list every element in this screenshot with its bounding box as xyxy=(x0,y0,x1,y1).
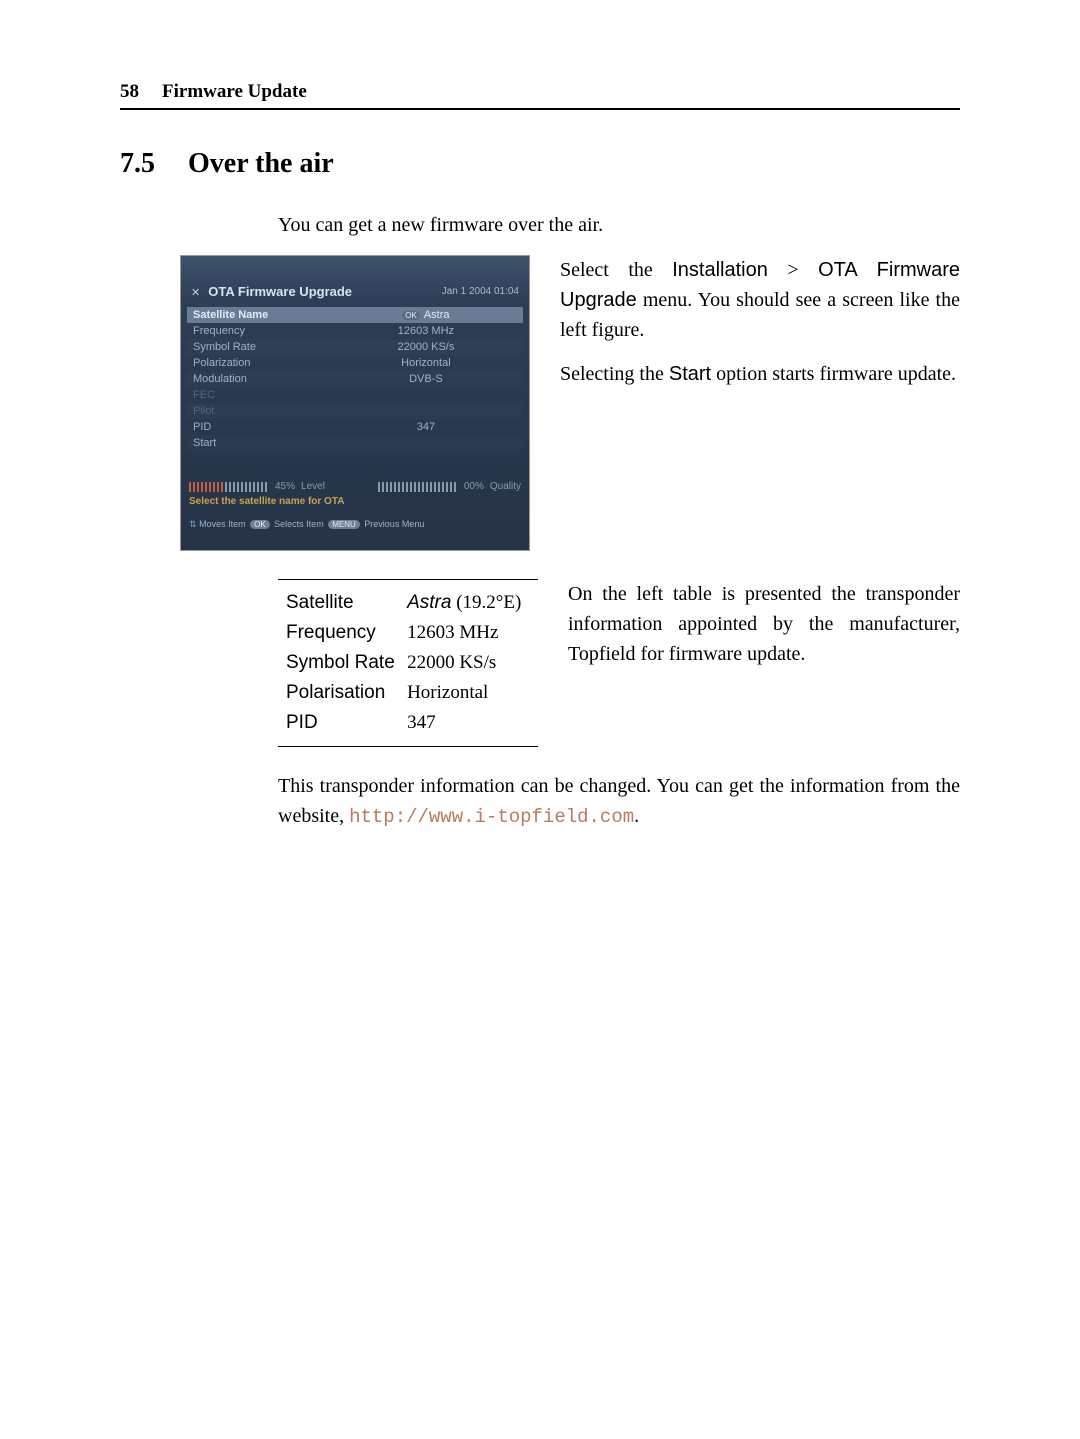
osd-grid: Satellite Name OKAstra Frequency 12603 M… xyxy=(187,307,523,451)
help-prev: Previous Menu xyxy=(364,519,424,529)
page-header: 58 Firmware Update xyxy=(120,80,960,110)
osd-label: Pilot xyxy=(187,405,335,417)
osd-row-start[interactable]: Start xyxy=(187,435,523,451)
table-row: Symbol Rate 22000 KS/s xyxy=(284,648,532,678)
ota-screenshot: ✕ OTA Firmware Upgrade Jan 1 2004 01:04 … xyxy=(180,255,530,551)
level-label: Level xyxy=(301,481,325,492)
osd-title-wrapper: ✕ OTA Firmware Upgrade xyxy=(191,284,352,299)
page-container: 58 Firmware Update 7.5 Over the air You … xyxy=(0,0,1080,912)
table-label: PID xyxy=(284,708,405,738)
osd-label: Satellite Name xyxy=(187,309,335,321)
osd-value: 22000 KS/s xyxy=(335,341,523,353)
transponder-table: Satellite Astra (19.2°E) Frequency 12603… xyxy=(278,579,538,747)
osd-bars: 45% Level 00% Quality xyxy=(189,481,521,492)
table-value: Horizontal xyxy=(405,678,532,708)
help-moves: Moves Item xyxy=(199,519,246,529)
table-value: 12603 MHz xyxy=(405,618,532,648)
quality-bar xyxy=(378,482,458,492)
section-title: Over the air xyxy=(188,148,334,179)
osd-value: Horizontal xyxy=(335,357,523,369)
osd-titlebar: ✕ OTA Firmware Upgrade Jan 1 2004 01:04 xyxy=(181,276,529,307)
section-heading: 7.5 Over the air xyxy=(120,148,960,180)
osd-value: OKAstra xyxy=(335,309,523,321)
menu-pill-icon: MENU xyxy=(328,520,360,529)
osd-label: FEC xyxy=(187,389,335,401)
table-value: Astra (19.2°E) xyxy=(405,588,532,618)
section-number: 7.5 xyxy=(120,148,155,179)
level-value: 45% xyxy=(275,481,295,492)
updown-icon: ⇅ xyxy=(189,519,197,529)
osd-row-satellite-name[interactable]: Satellite Name OKAstra xyxy=(187,307,523,323)
paragraph-2: Selecting the Start option starts firmwa… xyxy=(560,359,960,389)
osd-label: Frequency xyxy=(187,325,335,337)
osd-row-pid[interactable]: PID 347 xyxy=(187,419,523,435)
table-label: Symbol Rate xyxy=(284,648,405,678)
satellite-icon: ✕ xyxy=(191,286,200,299)
osd-row-modulation[interactable]: Modulation DVB-S xyxy=(187,371,523,387)
page-number: 58 xyxy=(120,81,139,102)
osd-row-polarization[interactable]: Polarization Horizontal xyxy=(187,355,523,371)
osd-row-pilot: Pilot xyxy=(187,403,523,419)
table-row: PID 347 xyxy=(284,708,532,738)
osd-label: Polarization xyxy=(187,357,335,369)
table-label: Frequency xyxy=(284,618,405,648)
help-selects: Selects Item xyxy=(274,519,324,529)
osd-label: PID xyxy=(187,421,335,433)
table-row: Frequency 12603 MHz xyxy=(284,618,532,648)
website-link[interactable]: http://www.i-topfield.com xyxy=(349,806,634,828)
quality-value: 00% xyxy=(464,481,484,492)
osd-value: 347 xyxy=(335,421,523,433)
osd-label: Modulation xyxy=(187,373,335,385)
right-text-block-1: Select the Installation > OTA Firmware U… xyxy=(560,255,960,403)
table-label: Polarisation xyxy=(284,678,405,708)
table-row: Satellite Astra (19.2°E) xyxy=(284,588,532,618)
osd-row-fec: FEC xyxy=(187,387,523,403)
table-row: Polarisation Horizontal xyxy=(284,678,532,708)
osd-row-symbol-rate[interactable]: Symbol Rate 22000 KS/s xyxy=(187,339,523,355)
table-value: 22000 KS/s xyxy=(405,648,532,678)
ok-pill-icon: OK xyxy=(250,520,270,529)
paragraph-1: Select the Installation > OTA Firmware U… xyxy=(560,255,960,345)
ok-badge: OK xyxy=(402,311,420,320)
osd-label: Symbol Rate xyxy=(187,341,335,353)
table-label: Satellite xyxy=(284,588,405,618)
table-value: 347 xyxy=(405,708,532,738)
level-bar xyxy=(189,482,269,492)
osd-title: OTA Firmware Upgrade xyxy=(208,284,352,299)
menu-path-installation: Installation xyxy=(672,259,768,281)
osd-label: Start xyxy=(187,437,335,449)
bottom-paragraph: This transponder information can be chan… xyxy=(278,771,960,832)
osd-help-footer: ⇅ Moves Item OK Selects Item MENU Previo… xyxy=(189,519,521,530)
start-option: Start xyxy=(669,363,711,385)
osd-datetime: Jan 1 2004 01:04 xyxy=(442,286,519,297)
osd-row-frequency[interactable]: Frequency 12603 MHz xyxy=(187,323,523,339)
osd-value: DVB-S xyxy=(335,373,523,385)
intro-text: You can get a new firmware over the air. xyxy=(278,214,960,237)
osd-help-text: Select the satellite name for OTA xyxy=(189,496,521,507)
right-text-block-2: On the left table is presented the trans… xyxy=(568,579,960,669)
quality-label: Quality xyxy=(490,481,521,492)
osd-value: 12603 MHz xyxy=(335,325,523,337)
chapter-title: Firmware Update xyxy=(162,81,307,102)
